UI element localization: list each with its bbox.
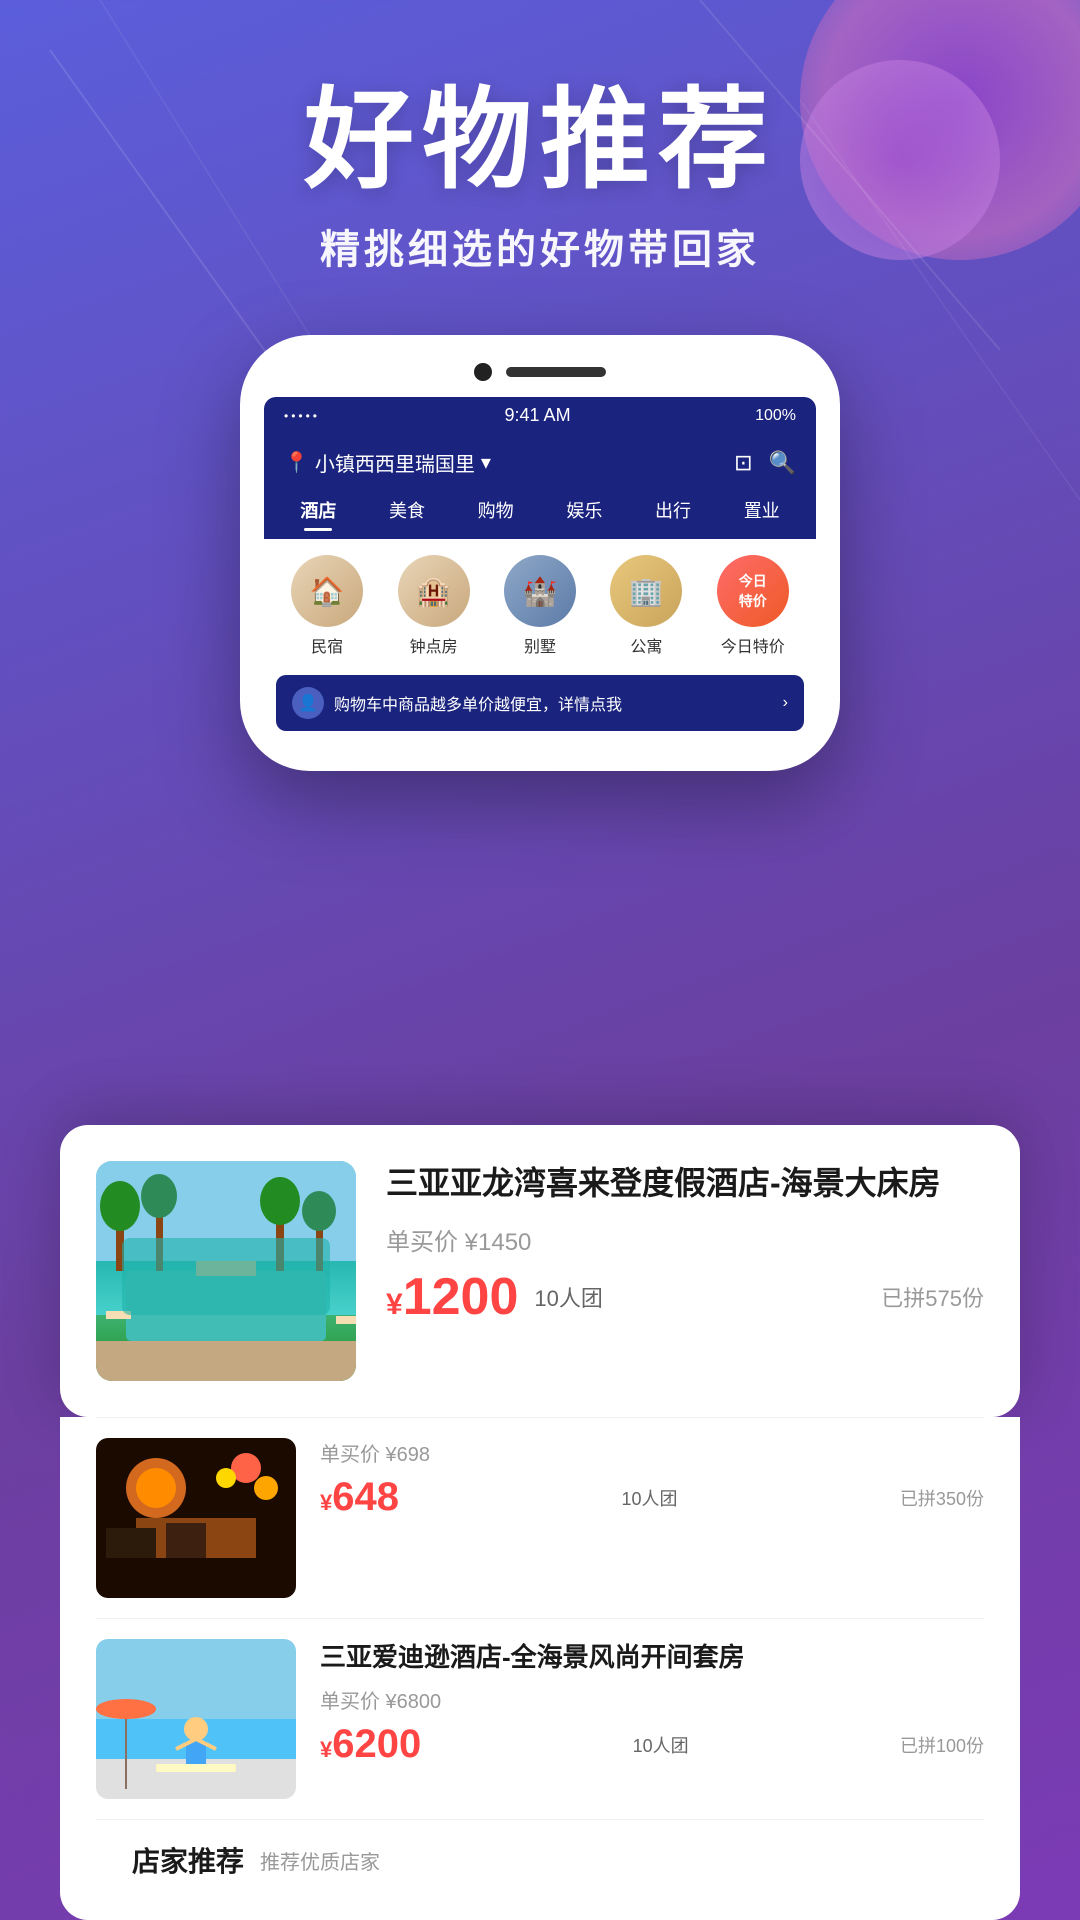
category-minshu[interactable]: 🏠 民宿 xyxy=(291,555,363,657)
tab-shopping[interactable]: 购物 xyxy=(451,491,540,529)
product-image-2 xyxy=(96,1438,296,1598)
phone-camera xyxy=(474,363,492,381)
category-gongyu[interactable]: 🏢 公寓 xyxy=(610,555,682,657)
product-info-2: 单买价 ¥698 ¥648 10人团 已拼350份 xyxy=(320,1438,984,1520)
location-selector[interactable]: 📍 小镇西西里瑞国里 ▾ xyxy=(284,448,491,477)
category-special[interactable]: 今日特价 今日特价 xyxy=(717,555,789,657)
product-image-main xyxy=(96,1161,356,1381)
chevron-down-icon: ▾ xyxy=(481,450,491,475)
product-title-3: 三亚爱迪逊酒店-全海景风尚开间套房 xyxy=(320,1639,984,1675)
sold-count-main: 已拼575份 xyxy=(881,1281,984,1313)
original-price-3: 单买价 ¥6800 xyxy=(320,1685,984,1714)
nav-bar: 📍 小镇西西里瑞国里 ▾ ⊡ 🔍 xyxy=(264,434,816,491)
promo-banner[interactable]: 👤 购物车中商品越多单价越便宜，详情点我 › xyxy=(276,675,804,731)
zhongdian-icon: 🏨 xyxy=(398,555,470,627)
tab-hotel[interactable]: 酒店 xyxy=(274,491,363,529)
phone-speaker xyxy=(506,367,606,377)
hero-title: 好物推荐 xyxy=(0,80,1080,201)
currency-symbol: ¥ xyxy=(386,1288,403,1321)
secondary-card-3[interactable]: 三亚爱迪逊酒店-全海景风尚开间套房 单买价 ¥6800 ¥6200 10人团 已… xyxy=(96,1618,984,1819)
promo-text: 购物车中商品越多单价越便宜，详情点我 xyxy=(334,691,622,715)
location-pin-icon: 📍 xyxy=(284,450,309,475)
gongyu-icon: 🏢 xyxy=(610,555,682,627)
price-row-2: ¥648 10人团 已拼350份 xyxy=(320,1475,984,1520)
tab-entertainment[interactable]: 娱乐 xyxy=(540,491,629,529)
sold-count-3: 已拼100份 xyxy=(900,1732,984,1758)
store-recommendation[interactable]: 店家推荐 推荐优质店家 xyxy=(96,1819,984,1900)
hero-section: 好物推荐 精挑细选的好物带回家 xyxy=(0,0,1080,275)
status-time: 9:41 AM xyxy=(505,405,571,426)
product-image-3 xyxy=(96,1639,296,1799)
sold-count-2: 已拼350份 xyxy=(900,1485,984,1511)
hero-subtitle: 精挑细选的好物带回家 xyxy=(0,217,1080,275)
zhongdian-label: 钟点房 xyxy=(410,633,458,657)
price-row-3: ¥6200 10人团 已拼100份 xyxy=(320,1722,984,1767)
category-row: 🏠 民宿 🏨 钟点房 🏰 别墅 xyxy=(264,539,816,667)
product-cards-area: 三亚亚龙湾喜来登度假酒店-海景大床房 单买价 ¥1450 ¥1200 10人团 … xyxy=(60,1125,1020,1920)
phone-top-bar xyxy=(264,363,816,381)
special-icon: 今日特价 xyxy=(717,555,789,627)
location-text: 小镇西西里瑞国里 xyxy=(315,448,475,477)
status-bar: ••••• 9:41 AM 100% xyxy=(264,397,816,434)
product-info-3: 三亚爱迪逊酒店-全海景风尚开间套房 单买价 ¥6800 ¥6200 10人团 已… xyxy=(320,1639,984,1767)
price-row-main: ¥1200 10人团 已拼575份 xyxy=(386,1267,984,1327)
group-size-main: 10人团 xyxy=(534,1281,602,1313)
signal-indicator: ••••• xyxy=(284,409,320,423)
phone-screen: ••••• 9:41 AM 100% 📍 小镇西西里瑞国里 ▾ ⊡ 🔍 酒店 xyxy=(264,397,816,743)
store-rec-title: 店家推荐 xyxy=(132,1840,244,1880)
scan-icon[interactable]: ⊡ xyxy=(734,450,752,476)
product-card-main[interactable]: 三亚亚龙湾喜来登度假酒店-海景大床房 单买价 ¥1450 ¥1200 10人团 … xyxy=(60,1125,1020,1417)
minshu-icon: 🏠 xyxy=(291,555,363,627)
promo-left: 👤 购物车中商品越多单价越便宜，详情点我 xyxy=(292,687,622,719)
minshu-label: 民宿 xyxy=(311,633,343,657)
search-icon[interactable]: 🔍 xyxy=(769,450,796,476)
promo-avatar-icon: 👤 xyxy=(292,687,324,719)
phone-mockup: ••••• 9:41 AM 100% 📍 小镇西西里瑞国里 ▾ ⊡ 🔍 酒店 xyxy=(0,335,1080,771)
bieshu-label: 别墅 xyxy=(524,633,556,657)
tab-travel[interactable]: 出行 xyxy=(629,491,718,529)
sale-price-main: ¥1200 xyxy=(386,1267,518,1327)
battery-indicator: 100% xyxy=(755,407,796,425)
special-label: 今日特价 xyxy=(721,633,785,657)
bieshu-icon: 🏰 xyxy=(504,555,576,627)
category-bieshu[interactable]: 🏰 别墅 xyxy=(504,555,576,657)
nav-action-icons: ⊡ 🔍 xyxy=(734,450,796,476)
sale-price-2: ¥648 xyxy=(320,1475,399,1520)
original-price-2: 单买价 ¥698 xyxy=(320,1438,984,1467)
product-info-main: 三亚亚龙湾喜来登度假酒店-海景大床房 单买价 ¥1450 ¥1200 10人团 … xyxy=(386,1161,984,1327)
product-title-main: 三亚亚龙湾喜来登度假酒店-海景大床房 xyxy=(386,1161,984,1206)
secondary-cards: 单买价 ¥698 ¥648 10人团 已拼350份 xyxy=(60,1417,1020,1920)
sale-price-3: ¥6200 xyxy=(320,1722,421,1767)
category-zhongdian[interactable]: 🏨 钟点房 xyxy=(398,555,470,657)
tab-food[interactable]: 美食 xyxy=(363,491,452,529)
secondary-card-2[interactable]: 单买价 ¥698 ¥648 10人团 已拼350份 xyxy=(96,1417,984,1618)
group-size-3: 10人团 xyxy=(633,1732,689,1758)
group-size-2: 10人团 xyxy=(621,1485,677,1511)
phone-frame: ••••• 9:41 AM 100% 📍 小镇西西里瑞国里 ▾ ⊡ 🔍 酒店 xyxy=(240,335,840,771)
pool-scene xyxy=(96,1161,356,1381)
tab-bar: 酒店 美食 购物 娱乐 出行 置业 xyxy=(264,491,816,539)
original-price-main: 单买价 ¥1450 xyxy=(386,1222,984,1257)
tab-realestate[interactable]: 置业 xyxy=(717,491,806,529)
store-rec-subtitle: 推荐优质店家 xyxy=(260,1846,380,1875)
promo-arrow-icon: › xyxy=(783,694,788,712)
gongyu-label: 公寓 xyxy=(630,633,662,657)
